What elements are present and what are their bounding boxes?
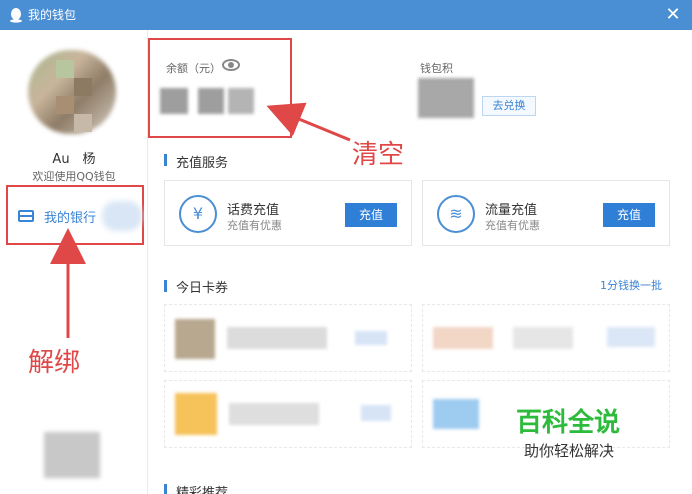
blurred-image [433,399,479,429]
avatar-pixel [74,114,92,132]
balance-label: 余额（元） [166,62,221,75]
blurred-button [355,331,387,345]
window-title: 我的钱包 [28,8,77,22]
blurred-button [607,327,655,347]
card-subtitle: 充值有优惠 [485,219,540,232]
blurred-text [433,327,493,349]
card-title: 话费充值 [227,203,280,218]
coupon-card[interactable] [164,304,412,372]
blurred-balance [228,88,254,114]
coupon-card[interactable] [164,380,412,448]
annotation-clear: 清空 [352,140,405,170]
data-recharge-card[interactable]: ≋ 流量充值 充值有优惠 充值 [422,180,670,246]
avatar-pixel [56,60,74,78]
username: Au 杨 [52,152,96,167]
avatar-pixel [56,96,74,114]
blurred-text [227,327,327,349]
qq-penguin-icon [10,8,22,23]
section-marker [164,154,167,166]
watermark-title: 百科全说 [516,408,621,438]
blurred-text [102,201,142,231]
blurred-image [175,319,215,359]
blurred-balance [198,88,224,114]
blurred-balance [160,88,188,114]
section-title-coupons: 今日卡券 [176,281,229,296]
sidebar-item-label: 我的银行 [44,211,97,226]
blurred-text [513,327,573,349]
redeem-button[interactable]: 去兑换 [482,96,536,116]
annotation-unbind: 解绑 [28,348,81,378]
welcome-text: 欢迎使用QQ钱包 [32,170,116,183]
blurred-button [361,405,391,421]
title-bar: 我的钱包 ✕ [0,0,692,30]
sidebar-item-my-bank-cards[interactable]: 我的银行 [6,185,144,245]
data-traffic-icon: ≋ [437,195,475,233]
bank-card-icon [18,210,34,222]
watermark-subtitle: 助你轻松解决 [524,442,615,460]
card-subtitle: 充值有优惠 [227,219,282,232]
blurred-points [418,78,474,118]
coupon-card[interactable] [422,304,670,372]
data-recharge-button[interactable]: 充值 [603,203,655,227]
section-marker [164,484,167,494]
close-icon[interactable]: ✕ [662,4,684,26]
phone-recharge-card[interactable]: ¥ 话费充值 充值有优惠 充值 [164,180,412,246]
avatar-pixel [74,78,92,96]
section-marker [164,280,167,292]
card-title: 流量充值 [485,203,538,218]
points-label: 钱包积 [420,62,453,75]
phone-recharge-button[interactable]: 充值 [345,203,397,227]
exchange-batch-link[interactable]: 1分钱换一批 [600,277,662,293]
phone-bill-icon: ¥ [179,195,217,233]
section-title-recharge: 充值服务 [176,156,229,171]
blurred-image [44,432,100,478]
blurred-image [175,393,217,435]
blurred-text [229,403,319,425]
section-title-recommend: 精彩推荐 [176,486,229,494]
eye-icon[interactable] [222,59,240,71]
